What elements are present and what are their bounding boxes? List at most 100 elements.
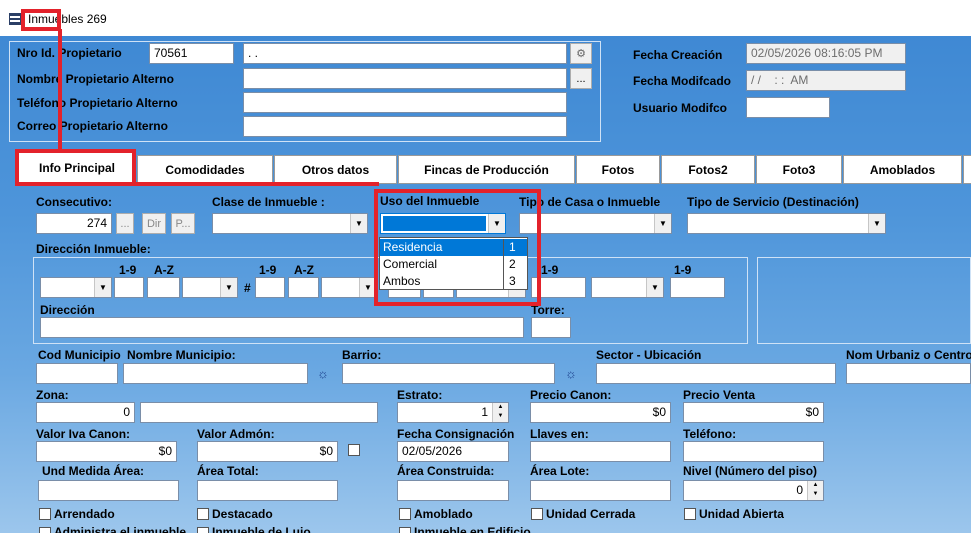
created-input: 02/05/2026 08:16:05 PM (746, 43, 906, 64)
orientacion-select[interactable]: ▼ (591, 277, 664, 298)
via-bis-select[interactable]: ▼ (182, 277, 238, 298)
consecutivo-lookup-button[interactable]: ... (116, 213, 134, 234)
nro-id-input[interactable]: 70561 (149, 43, 234, 64)
alt-name-lookup-button[interactable]: ... (570, 68, 592, 89)
precio-canon-input[interactable]: $0 (530, 402, 671, 423)
num-letter-input[interactable] (288, 277, 319, 298)
highlight-uso (374, 189, 541, 306)
tab-foto3[interactable]: Foto3 (756, 155, 842, 184)
destacado-checkbox[interactable] (197, 508, 209, 520)
spinner-icon[interactable]: ▲ ▼ (492, 403, 508, 422)
telefono-input[interactable] (683, 441, 824, 462)
edificio-checkbox[interactable] (399, 527, 411, 533)
valor-admon-label: Valor Admón: (197, 427, 275, 441)
llaves-input[interactable] (530, 441, 671, 462)
num-bis-select[interactable]: ▼ (321, 277, 377, 298)
alt-name-input[interactable] (243, 68, 567, 89)
tipo-casa-select[interactable]: ▼ (519, 213, 672, 234)
col-19-4: 1-9 (674, 263, 692, 277)
tab-otros-datos[interactable]: Otros datos (274, 155, 397, 184)
consecutivo-input[interactable]: 274 (36, 213, 112, 234)
p-button[interactable]: P... (171, 213, 195, 234)
highlight-tab (15, 149, 136, 186)
modified-input: / / : : AM (746, 70, 906, 91)
chevron-down-icon: ▼ (646, 278, 663, 297)
und-medida-input[interactable] (38, 480, 179, 501)
clase-label: Clase de Inmueble : (212, 195, 325, 209)
highlight-title (21, 9, 61, 31)
unidad-abierta-checkbox[interactable] (684, 508, 696, 520)
sector-input[interactable] (596, 363, 836, 384)
tab-amoblados[interactable]: Amoblados (843, 155, 962, 184)
estrato-input[interactable]: 1 ▲ ▼ (397, 402, 509, 423)
nivel-label: Nivel (Número del piso) (683, 464, 818, 478)
alt-phone-input[interactable] (243, 92, 567, 113)
area-construida-input[interactable] (397, 480, 509, 501)
nivel-value: 0 (796, 483, 803, 497)
col-19-1: 1-9 (119, 263, 137, 277)
alt-phone-label: Teléfono Propietario Alterno (17, 96, 178, 110)
admon-checkbox[interactable] (348, 444, 360, 456)
fecha-consig-label: Fecha Consignación (397, 427, 515, 441)
nro-id-label: Nro Id. Propietario (17, 46, 122, 60)
tipo-servicio-label: Tipo de Servicio (Destinación) (687, 195, 859, 209)
valor-admon-input[interactable]: $0 (197, 441, 338, 462)
via-select[interactable]: ▼ (40, 277, 112, 298)
nivel-input[interactable]: 0 ▲ ▼ (683, 480, 824, 501)
clase-select[interactable]: ▼ (212, 213, 368, 234)
tab-comodidades[interactable]: Comodidades (137, 155, 273, 184)
complemento-input[interactable] (670, 277, 725, 298)
lujo-checkbox[interactable] (197, 527, 209, 533)
modified-label: Fecha Modifcado (633, 74, 732, 88)
tab-overflow[interactable] (963, 155, 971, 184)
administra-checkbox[interactable] (39, 527, 51, 533)
user-modified-input (746, 97, 830, 118)
via-letter-input[interactable] (147, 277, 180, 298)
arrendado-checkbox[interactable] (39, 508, 51, 520)
chevron-down-icon: ▼ (350, 214, 367, 233)
tab-fincas[interactable]: Fincas de Producción (398, 155, 575, 184)
nombre-municipio-input[interactable] (123, 363, 308, 384)
unidad-cerrada-checkbox[interactable] (531, 508, 543, 520)
llaves-label: Llaves en: (530, 427, 589, 441)
precio-canon-label: Precio Canon: (530, 388, 612, 402)
highlight-connector (58, 29, 62, 153)
und-medida-label: Und Medida Área: (42, 464, 145, 478)
valor-iva-input[interactable]: $0 (36, 441, 177, 462)
direccion-label: Dirección (40, 303, 95, 317)
direccion-input[interactable] (40, 317, 524, 338)
edificio-label: Inmueble en Edificio (414, 525, 531, 533)
tab-fotos[interactable]: Fotos (576, 155, 660, 184)
via-num-input[interactable] (114, 277, 144, 298)
camera-icon[interactable]: ⚙ (570, 43, 592, 64)
col-19-2: 1-9 (259, 263, 277, 277)
estrato-value: 1 (481, 405, 488, 419)
zona-input[interactable]: 0 (36, 402, 135, 423)
administra-label: Administra el inmueble (54, 525, 187, 533)
tipo-servicio-select[interactable]: ▼ (687, 213, 886, 234)
urbaniz-input[interactable] (846, 363, 971, 384)
zona-desc-input[interactable] (140, 402, 378, 423)
torre-input[interactable] (531, 317, 571, 338)
barrio-input[interactable] (342, 363, 555, 384)
cod-municipio-input[interactable] (36, 363, 118, 384)
tab-fotos2[interactable]: Fotos2 (661, 155, 755, 184)
col-az-2: A-Z (294, 263, 314, 277)
spinner-icon[interactable]: ▲ ▼ (807, 481, 823, 500)
cod-municipio-label: Cod Municipio (38, 348, 121, 362)
barrio-label: Barrio: (342, 348, 382, 362)
consecutivo-label: Consecutivo: (36, 195, 113, 209)
owner-name-input[interactable]: . . (243, 43, 567, 64)
precio-venta-input[interactable]: $0 (683, 402, 824, 423)
dir-button[interactable]: Dir (142, 213, 166, 234)
binoculars-icon[interactable]: ☼ (313, 363, 333, 384)
binoculars-icon[interactable]: ☼ (561, 363, 581, 384)
fecha-consig-input[interactable]: 02/05/2026 (397, 441, 509, 462)
sector-label: Sector - Ubicación (596, 348, 702, 362)
num-input[interactable] (255, 277, 285, 298)
amoblado-checkbox[interactable] (399, 508, 411, 520)
area-lote-input[interactable] (530, 480, 671, 501)
alt-email-input[interactable] (243, 116, 567, 137)
created-label: Fecha Creación (633, 48, 723, 62)
area-total-input[interactable] (197, 480, 338, 501)
